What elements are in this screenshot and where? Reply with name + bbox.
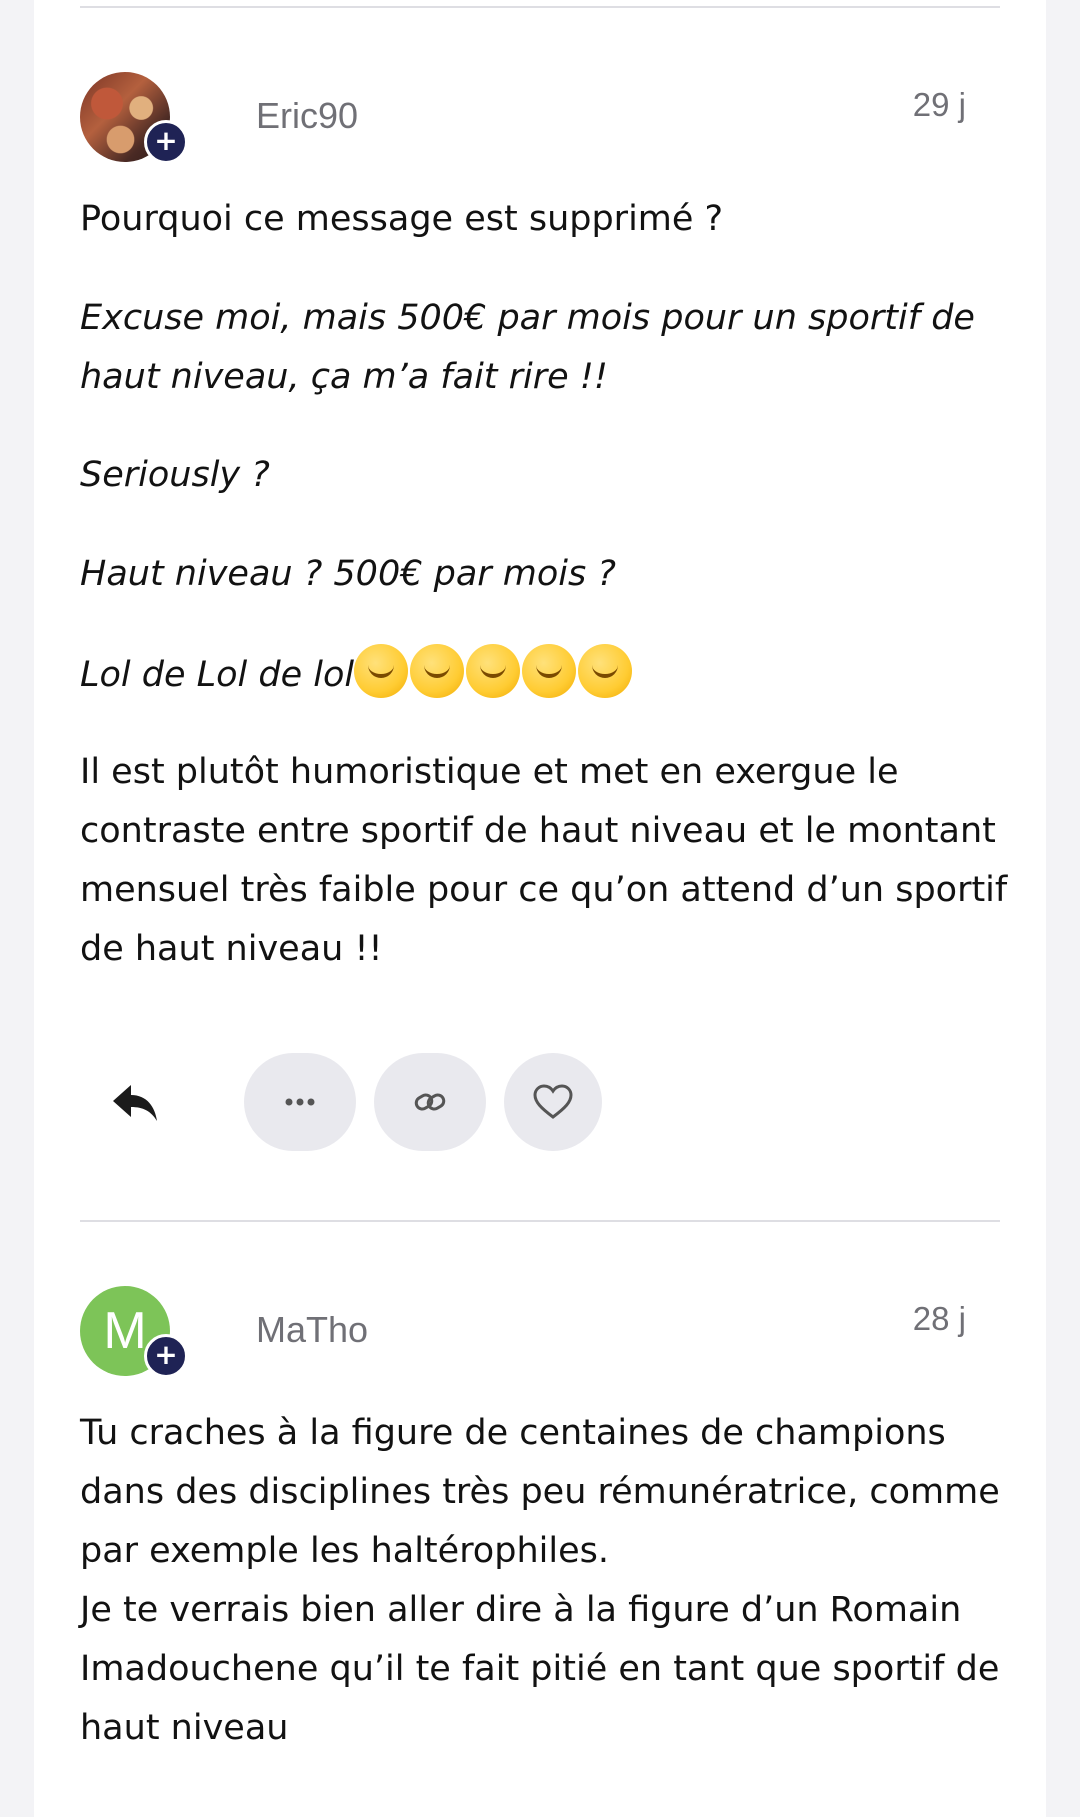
- user-avatar[interactable]: M +: [80, 1286, 192, 1386]
- reply-button[interactable]: [98, 1065, 174, 1141]
- plus-badge-icon: +: [144, 120, 188, 164]
- post-username[interactable]: MaTho: [256, 1309, 368, 1351]
- post-username[interactable]: Eric90: [256, 95, 358, 137]
- post-paragraph-quote: Seriously ?: [80, 455, 270, 495]
- more-button[interactable]: [244, 1053, 356, 1151]
- quote-text: Lol de Lol de lol: [80, 655, 355, 695]
- post-paragraph-quote: Haut niveau ? 500€ par mois ?: [80, 554, 616, 594]
- face-with-hand-over-mouth-icon: [466, 644, 521, 698]
- user-avatar[interactable]: +: [80, 72, 192, 172]
- post-paragraph: Pourquoi ce message est supprimé ?: [80, 199, 724, 239]
- post-paragraph: Il est plutôt humoristique et met en exe…: [80, 752, 1008, 969]
- plus-badge-icon: +: [144, 1334, 188, 1378]
- woozy-face-icon: [578, 644, 633, 698]
- post-matho: M + MaTho 28 j Tu craches à la figure de…: [80, 1220, 1000, 1817]
- link-icon: [414, 1093, 446, 1111]
- post-date[interactable]: 29 j: [913, 86, 966, 124]
- post-eric90: + Eric90 29 j Pourquoi ce message est su…: [80, 0, 1007, 1151]
- more-icon: [285, 1098, 315, 1106]
- smiling-face-with-blush-icon: [354, 644, 409, 698]
- like-button[interactable]: [504, 1053, 602, 1151]
- heart-icon: [533, 1084, 573, 1119]
- post-actions: [80, 1053, 1000, 1153]
- post-paragraph-quote: Lol de Lol de lol: [80, 644, 1010, 705]
- winking-face-icon: [522, 644, 577, 698]
- post-paragraph: Tu craches à la figure de centaines de c…: [80, 1413, 1000, 1748]
- reply-icon: [113, 1085, 157, 1121]
- topic-page: + Eric90 29 j Pourquoi ce message est su…: [34, 0, 1046, 1817]
- copy-link-button[interactable]: [374, 1053, 486, 1151]
- winking-face-with-tongue-icon: [410, 644, 465, 698]
- post-paragraph-quote: Excuse moi, mais 500€ par mois pour un s…: [80, 298, 975, 397]
- post-date[interactable]: 28 j: [913, 1300, 966, 1338]
